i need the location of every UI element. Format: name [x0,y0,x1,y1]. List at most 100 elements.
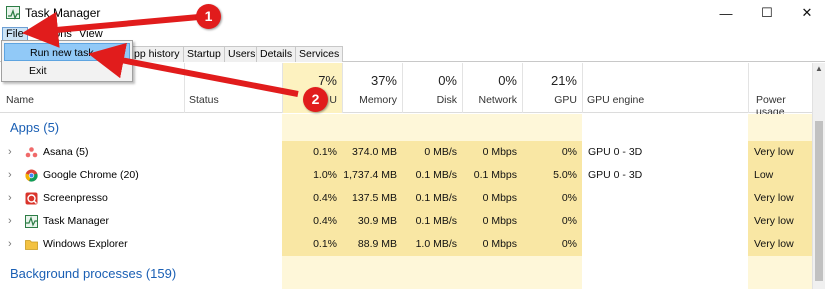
disk-value: 0.1 MB/s [402,210,462,233]
gpu-value: 5.0% [522,164,582,187]
maximize-button[interactable]: ☐ [749,0,785,26]
power-usage-value: Very low [748,141,812,164]
process-name: Task Manager [43,215,109,227]
minimize-button[interactable]: — [708,0,744,26]
gpu-value: 0% [522,233,582,256]
memory-value: 374.0 MB [342,141,402,164]
column-gpu-engine-label: GPU engine [587,94,645,106]
network-value: 0 Mbps [462,141,522,164]
memory-value: 88.9 MB [342,233,402,256]
gpu-value: 0% [522,141,582,164]
tab-users[interactable]: Users [224,46,260,62]
chevron-right-icon[interactable]: › [8,233,12,255]
step-badge-1: 1 [196,4,221,29]
task-manager-icon [25,215,38,228]
tab-services[interactable]: Services [295,46,344,62]
process-name: Asana (5) [43,146,89,158]
group-apps[interactable]: Apps (5) [10,120,59,135]
scroll-thumb[interactable] [815,121,823,281]
column-power-usage[interactable]: Power usage [748,63,812,118]
column-network-label: Network [478,94,517,106]
gpu-engine-value: GPU 0 - 3D [588,169,643,181]
memory-value: 137.5 MB [342,187,402,210]
chevron-right-icon[interactable]: › [8,210,12,232]
process-list: Apps (5) › Asana (5) 0.1% 374.0 MB 0 MB/… [0,114,812,289]
process-name: Screenpresso [43,192,108,204]
chevron-right-icon[interactable]: › [8,164,12,186]
table-row[interactable]: › Task Manager 0.4% 30.9 MB 0.1 MB/s 0 M… [0,210,812,233]
gpu-total: 21% [550,73,577,88]
file-menu-dropdown: Run new task Exit [1,40,133,82]
table-row[interactable]: › Screenpresso 0.4% 137.5 MB 0.1 MB/s 0 … [0,187,812,210]
process-name: Windows Explorer [43,238,128,250]
window-title: Task Manager [25,6,101,20]
table-row[interactable]: › Google Chrome (20) 1.0% 1,737.4 MB 0.1… [0,164,812,187]
column-status-label: Status [189,94,219,106]
tab-app-history[interactable]: pp history [130,46,184,62]
power-usage-value: Very low [748,233,812,256]
gpu-engine-value: GPU 0 - 3D [588,146,643,158]
group-background-processes[interactable]: Background processes (159) [10,266,176,281]
step-badge-2: 2 [303,87,328,112]
disk-value: 0.1 MB/s [402,187,462,210]
process-name: Google Chrome (20) [43,169,139,181]
network-value: 0 Mbps [462,187,522,210]
tab-details[interactable]: Details [256,46,297,62]
cpu-value: 1.0% [282,164,342,187]
column-name-label: Name [6,94,35,106]
cpu-value: 0.1% [282,233,342,256]
network-total: 0% [498,73,517,88]
gpu-value: 0% [522,187,582,210]
column-gpu-engine[interactable]: GPU engine [582,63,748,113]
menu-file[interactable]: File [2,27,28,41]
tab-startup[interactable]: Startup [183,46,225,62]
table-row[interactable]: › Windows Explorer 0.1% 88.9 MB 1.0 MB/s… [0,233,812,256]
disk-value: 0.1 MB/s [402,164,462,187]
network-value: 0.1 Mbps [462,164,522,187]
column-memory[interactable]: 37% Memory [342,63,402,113]
power-usage-value: Very low [748,210,812,233]
table-row[interactable]: › Asana (5) 0.1% 374.0 MB 0 MB/s 0 Mbps … [0,141,812,164]
cpu-total: 7% [318,73,337,88]
column-cpu-label: U [329,94,337,106]
menu-options[interactable]: Options [31,27,75,41]
column-disk-label: Disk [436,94,457,106]
disk-value: 1.0 MB/s [402,233,462,256]
memory-total: 37% [370,73,397,88]
power-usage-value: Very low [748,187,812,210]
screenpresso-icon [25,192,38,205]
network-value: 0 Mbps [462,210,522,233]
power-usage-value: Low [748,164,812,187]
memory-value: 30.9 MB [342,210,402,233]
chevron-right-icon[interactable]: › [8,141,12,163]
cpu-value: 0.1% [282,141,342,164]
column-memory-label: Memory [359,94,397,106]
menu-exit[interactable]: Exit [4,62,130,80]
gpu-engine-value [588,233,738,256]
folder-icon [25,240,38,250]
column-disk[interactable]: 0% Disk [402,63,462,113]
network-value: 0 Mbps [462,233,522,256]
vertical-scrollbar[interactable]: ▲ [812,63,825,289]
gpu-engine-value [588,210,738,233]
memory-value: 1,737.4 MB [342,164,402,187]
disk-total: 0% [438,73,457,88]
scroll-up-arrow-icon[interactable]: ▲ [813,63,825,75]
menu-view[interactable]: View [76,27,106,41]
menu-run-new-task[interactable]: Run new task [4,43,130,61]
column-gpu[interactable]: 21% GPU [522,63,582,113]
task-manager-icon [6,6,20,20]
title-bar: Task Manager — ☐ ✕ [0,0,825,26]
column-status[interactable]: Status [184,63,282,113]
cpu-value: 0.4% [282,210,342,233]
column-network[interactable]: 0% Network [462,63,522,113]
gpu-value: 0% [522,210,582,233]
chrome-icon [25,169,38,182]
cpu-value: 0.4% [282,187,342,210]
gpu-engine-value [588,187,738,210]
disk-value: 0 MB/s [402,141,462,164]
column-gpu-label: GPU [554,94,577,106]
chevron-right-icon[interactable]: › [8,187,12,209]
close-button[interactable]: ✕ [789,0,825,26]
asana-icon [25,147,38,158]
